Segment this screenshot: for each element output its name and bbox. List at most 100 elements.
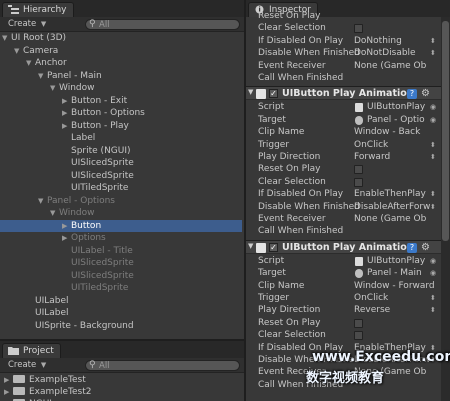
fold-open-icon[interactable]: ▼ [50,82,59,94]
fold-open-icon[interactable]: ▼ [38,70,47,82]
tab-hierarchy[interactable]: Hierarchy [2,2,74,17]
tree-row[interactable]: ▶ Button [0,219,242,232]
dropdown[interactable]: OnClick [354,292,388,304]
tree-row[interactable]: ▼ Camera [14,45,58,57]
dropdown[interactable]: Forward [354,151,390,163]
tree-row[interactable]: UISlicedSprite [62,170,134,182]
fold-open-icon[interactable]: ▼ [2,32,11,44]
tree-row[interactable]: ▼ UI Root (3D) [2,32,66,44]
value-field[interactable]: Window - Forward [354,280,435,292]
object-target-icon [355,115,363,125]
project-tabbar: Project [0,341,244,358]
object-field[interactable]: UIButtonPlay [367,101,425,113]
value-field[interactable]: None (Game Ob [354,60,426,72]
tree-row[interactable]: ▼ Panel - Options [38,195,115,207]
tree-row-label: Button - Exit [71,95,128,106]
tree-row[interactable]: UITiledSprite [62,182,128,194]
tree-row[interactable]: ▶ Button - Options [62,107,145,119]
inspector-field: Script UIButtonPlay ◉ [246,101,446,113]
dropdown[interactable]: DisableAfterForw [354,201,430,213]
checkbox[interactable] [354,318,363,328]
dropdown[interactable]: EnableThenPlay [354,188,426,200]
object-picker-icon[interactable]: ◉ [430,255,436,267]
tree-row[interactable]: UISlicedSprite [62,157,134,169]
gear-icon[interactable]: ⚙ [421,241,430,254]
tree-row[interactable]: ▼ Window [50,82,95,94]
field-label: Play Direction [258,305,321,316]
tree-row[interactable]: ▼ Anchor [26,57,67,69]
help-icon[interactable]: ? [407,89,417,100]
object-picker-icon[interactable]: ◉ [430,267,436,279]
hierarchy-create-button[interactable]: Create ▼ [5,18,46,31]
tree-row[interactable]: ▼ Panel - Main [38,70,102,82]
tree-row[interactable]: UISprite - Background [26,320,134,332]
chevron-updown-icon: ⬍ [430,294,436,302]
component-enabled-checkbox[interactable]: ✓ [269,242,278,252]
object-field[interactable]: Panel - Main [367,267,422,279]
tab-project[interactable]: Project [2,343,61,358]
dropdown[interactable]: DoNothing [354,35,402,47]
inspector-scrollbar[interactable] [441,17,450,401]
component-enabled-checkbox[interactable]: ✓ [269,89,278,99]
tree-row-label: UISprite - Background [35,320,134,331]
dropdown[interactable]: DoNotDisable [354,47,416,59]
fold-open-icon[interactable]: ▼ [248,88,253,96]
field-label: Event Receiver [258,60,326,71]
value-field[interactable]: Window - Back [354,126,420,138]
inspector-field: Event Receiver None (Game Ob [246,213,446,225]
gear-icon[interactable]: ⚙ [421,87,430,100]
component-header[interactable]: ▼ ✓ UIButton Play Animation? ⚙ [246,239,446,254]
fold-closed-icon[interactable]: ▶ [62,95,71,107]
object-picker-icon[interactable]: ◉ [430,101,436,113]
tree-row[interactable]: UILabel [26,295,69,307]
object-field[interactable]: Panel - Optio [367,114,425,126]
inspector-scrollbar-thumb[interactable] [442,21,449,241]
fold-closed-icon[interactable]: ▶ [62,120,71,132]
field-label: Play Direction [258,152,321,162]
chevron-down-icon: ▼ [40,361,47,369]
fold-open-icon[interactable]: ▼ [38,195,47,207]
checkbox[interactable] [354,24,363,34]
value-field[interactable]: None (Game Ob [354,213,426,225]
tree-row[interactable]: ▶ Button - Play [62,120,129,132]
hierarchy-search-input[interactable]: ⚲ All [85,19,240,30]
tree-row-label: UITiledSprite [71,183,129,193]
project-create-button[interactable]: Create ▼ [5,359,46,372]
tree-row[interactable]: UITiledSprite [62,282,128,294]
field-label: Clear Selection [258,330,326,341]
fold-closed-icon[interactable]: ▶ [62,220,71,232]
tree-row[interactable]: ▶ Options [62,232,106,244]
project-search-input[interactable]: ⚲ All [85,360,240,371]
object-picker-icon[interactable]: ◉ [430,114,436,126]
fold-open-icon[interactable]: ▼ [14,45,23,57]
fold-closed-icon[interactable]: ▶ [62,232,71,244]
help-icon[interactable]: ? [407,242,417,253]
component-header[interactable]: ▼ ✓ UIButton Play Animation? ⚙ [246,86,446,101]
field-label: Call When Finished [258,226,344,237]
checkbox[interactable] [354,165,363,175]
chevron-updown-icon: ⬍ [430,153,436,161]
tree-row[interactable]: ▼ Window [50,207,95,219]
tree-row[interactable]: Label [62,132,95,144]
tree-row[interactable]: UILabel [26,307,69,319]
tree-row[interactable]: UISlicedSprite [62,257,134,269]
hierarchy-tree: ▼ UI Root (3D) ▼ Camera ▼ Anchor ▼ Panel - Main… [0,32,244,338]
fold-open-icon[interactable]: ▼ [26,57,35,69]
dropdown[interactable]: OnClick [354,139,388,151]
fold-closed-icon[interactable]: ▶ [62,107,71,119]
object-field[interactable]: UIButtonPlay [367,255,425,267]
checkbox[interactable] [354,177,363,187]
dropdown[interactable]: Reverse [354,304,390,316]
inspector-field: Call When Finished [246,225,446,237]
tree-row[interactable]: UISlicedSprite [62,270,134,282]
fold-open-icon[interactable]: ▼ [248,242,253,250]
search-icon: ⚲ [89,19,96,29]
field-label: Event Receiver [258,214,326,224]
tree-row[interactable]: Sprite (NGUI) [62,145,131,157]
fold-open-icon[interactable]: ▼ [50,207,59,219]
inspector-field: Target Panel - Optio ◉ [246,114,446,126]
inspector-field: Play Direction Reverse ⬍ [246,304,446,316]
tree-row[interactable]: ▶ Button - Exit [62,95,127,107]
checkbox[interactable] [354,331,363,341]
tree-row[interactable]: UILabel - Title [62,245,133,257]
